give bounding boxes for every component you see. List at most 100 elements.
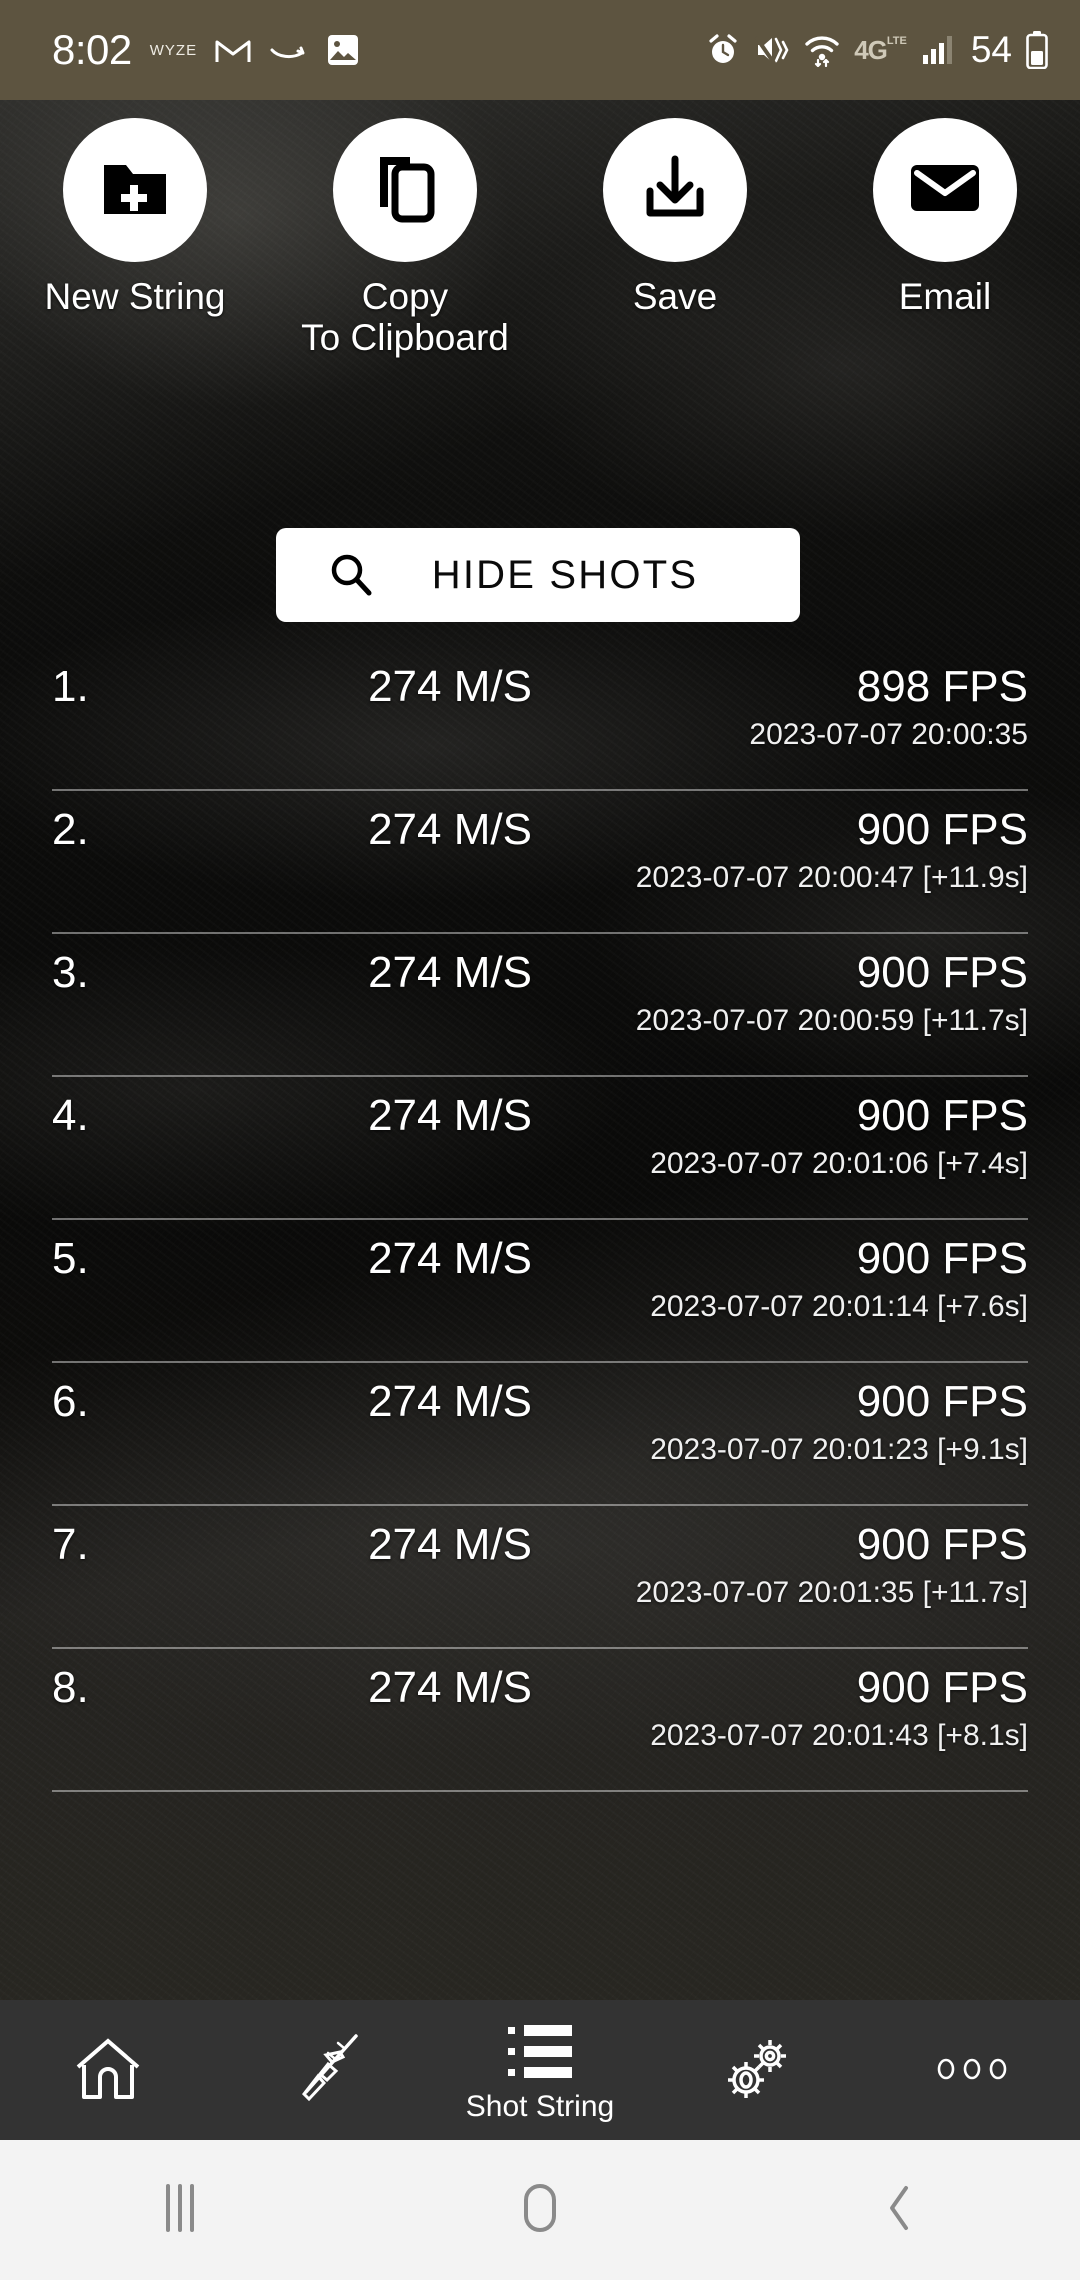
copy-icon xyxy=(372,153,438,228)
copy-to-clipboard-button[interactable]: Copy To Clipboard xyxy=(270,118,540,359)
hide-shots-button[interactable]: HIDE SHOTS xyxy=(276,528,800,622)
status-clock: 8:02 xyxy=(52,26,132,73)
table-row[interactable]: 5. 274 M/S 900 FPS 2023-07-07 20:01:14 [… xyxy=(0,1220,1080,1363)
network-label: 4G xyxy=(854,34,888,65)
shot-fps: 900 FPS xyxy=(856,1091,1028,1140)
shot-fps: 900 FPS xyxy=(856,1520,1028,1569)
table-row[interactable]: 2. 274 M/S 900 FPS 2023-07-07 20:00:47 [… xyxy=(0,791,1080,934)
alarm-icon xyxy=(706,33,740,67)
table-row[interactable]: 3. 274 M/S 900 FPS 2023-07-07 20:00:59 [… xyxy=(0,934,1080,1077)
new-string-button[interactable]: New String xyxy=(0,118,270,359)
shot-speed: 274 M/S xyxy=(368,1520,532,1569)
network-sub-label: LTE xyxy=(886,34,907,47)
status-bar-right: 4G LTE 54 xyxy=(706,29,1080,71)
shot-speed: 274 M/S xyxy=(368,1234,532,1283)
back-button[interactable] xyxy=(720,2182,1080,2239)
more-dots-icon xyxy=(934,2033,1010,2105)
new-string-button-circle[interactable] xyxy=(63,118,207,262)
photos-icon xyxy=(327,34,359,66)
shot-fps: 900 FPS xyxy=(856,948,1028,997)
shot-speed: 274 M/S xyxy=(368,1663,532,1712)
vibrate-mute-icon xyxy=(754,34,790,66)
home-circle-icon xyxy=(516,2182,564,2239)
shot-fps: 900 FPS xyxy=(856,1234,1028,1283)
shot-fps: 898 FPS xyxy=(856,662,1028,711)
home-icon xyxy=(72,2033,144,2105)
shot-fps: 900 FPS xyxy=(856,1377,1028,1426)
status-bar: 8:02 WYZE 4G LTE 54 xyxy=(0,0,1080,100)
nav-item-home[interactable] xyxy=(0,2000,216,2140)
copy-button-circle[interactable] xyxy=(333,118,477,262)
rifle-icon xyxy=(284,2033,364,2105)
shot-timestamp: 2023-07-07 20:01:06 [+7.4s] xyxy=(650,1147,1028,1180)
shot-speed: 274 M/S xyxy=(368,662,532,711)
shot-timestamp: 2023-07-07 20:00:47 [+11.9s] xyxy=(635,861,1028,894)
shot-fps: 900 FPS xyxy=(856,1663,1028,1712)
email-button-circle[interactable] xyxy=(873,118,1017,262)
nav-item-more[interactable] xyxy=(864,2000,1080,2140)
table-row[interactable]: 1. 274 M/S 898 FPS 2023-07-07 20:00:35 xyxy=(0,648,1080,791)
save-button[interactable]: Save xyxy=(540,118,810,359)
shot-speed: 274 M/S xyxy=(368,1091,532,1140)
copy-to-clipboard-label: Copy To Clipboard xyxy=(301,276,509,359)
download-icon xyxy=(640,155,710,226)
shot-speed: 274 M/S xyxy=(368,805,532,854)
status-bar-left: 8:02 WYZE xyxy=(0,26,359,74)
shot-index: 3. xyxy=(52,948,89,997)
search-icon xyxy=(328,552,374,598)
table-row[interactable]: 8. 274 M/S 900 FPS 2023-07-07 20:01:43 [… xyxy=(0,1649,1080,1792)
gmail-icon xyxy=(215,36,251,64)
android-navigation-bar xyxy=(0,2140,1080,2280)
signal-type-label: 4G LTE xyxy=(854,35,907,66)
nav-item-shot-string[interactable]: Shot String xyxy=(432,2000,648,2140)
phone-screen: 8:02 WYZE 4G LTE 54 New String Copy To C… xyxy=(0,0,1080,2280)
new-folder-icon xyxy=(100,157,170,224)
bottom-navigation-bar: Shot String xyxy=(0,2000,1080,2140)
back-icon xyxy=(880,2182,920,2239)
save-button-circle[interactable] xyxy=(603,118,747,262)
shot-string-list[interactable]: 1. 274 M/S 898 FPS 2023-07-07 20:00:35 2… xyxy=(0,648,1080,1792)
shot-timestamp: 2023-07-07 20:01:35 [+11.7s] xyxy=(635,1576,1028,1609)
shot-index: 6. xyxy=(52,1377,89,1426)
shot-index: 8. xyxy=(52,1663,89,1712)
table-row[interactable]: 4. 274 M/S 900 FPS 2023-07-07 20:01:06 [… xyxy=(0,1077,1080,1220)
envelope-icon xyxy=(909,161,981,220)
shot-timestamp: 2023-07-07 20:00:59 [+11.7s] xyxy=(635,1004,1028,1037)
shot-speed: 274 M/S xyxy=(368,948,532,997)
wifi-icon xyxy=(804,33,840,67)
amazon-icon xyxy=(269,38,309,62)
list-icon xyxy=(502,2016,578,2088)
nav-item-settings[interactable] xyxy=(648,2000,864,2140)
shot-timestamp: 2023-07-07 20:01:14 [+7.6s] xyxy=(650,1290,1028,1323)
shot-timestamp: 2023-07-07 20:01:43 [+8.1s] xyxy=(650,1719,1028,1752)
shot-fps: 900 FPS xyxy=(856,805,1028,854)
save-label: Save xyxy=(632,276,718,317)
app-content: New String Copy To Clipboard Save Email … xyxy=(0,100,1080,2000)
gears-icon xyxy=(716,2033,796,2105)
shot-index: 7. xyxy=(52,1520,89,1569)
recents-button[interactable] xyxy=(0,2182,360,2239)
email-label: Email xyxy=(898,276,992,317)
action-button-row: New String Copy To Clipboard Save Email xyxy=(0,118,1080,359)
shot-timestamp: 2023-07-07 20:01:23 [+9.1s] xyxy=(650,1433,1028,1466)
table-row[interactable]: 6. 274 M/S 900 FPS 2023-07-07 20:01:23 [… xyxy=(0,1363,1080,1506)
hide-shots-label: HIDE SHOTS xyxy=(431,552,699,597)
new-string-label: New String xyxy=(44,276,226,317)
nav-item-shot-string-label: Shot String xyxy=(465,2090,615,2123)
shot-index: 1. xyxy=(52,662,89,711)
shot-timestamp: 2023-07-07 20:00:35 xyxy=(749,718,1028,751)
email-button[interactable]: Email xyxy=(810,118,1080,359)
row-divider xyxy=(52,1790,1028,1792)
battery-percent-label: 54 xyxy=(970,29,1012,70)
table-row[interactable]: 7. 274 M/S 900 FPS 2023-07-07 20:01:35 [… xyxy=(0,1506,1080,1649)
shot-index: 2. xyxy=(52,805,89,854)
battery-icon xyxy=(1026,31,1048,69)
shot-index: 5. xyxy=(52,1234,89,1283)
home-button[interactable] xyxy=(360,2182,720,2239)
wyze-icon: WYZE xyxy=(149,41,198,59)
shot-index: 4. xyxy=(52,1091,89,1140)
recents-icon xyxy=(155,2182,205,2239)
shot-speed: 274 M/S xyxy=(368,1377,532,1426)
signal-icon xyxy=(921,35,955,65)
nav-item-rifle[interactable] xyxy=(216,2000,432,2140)
